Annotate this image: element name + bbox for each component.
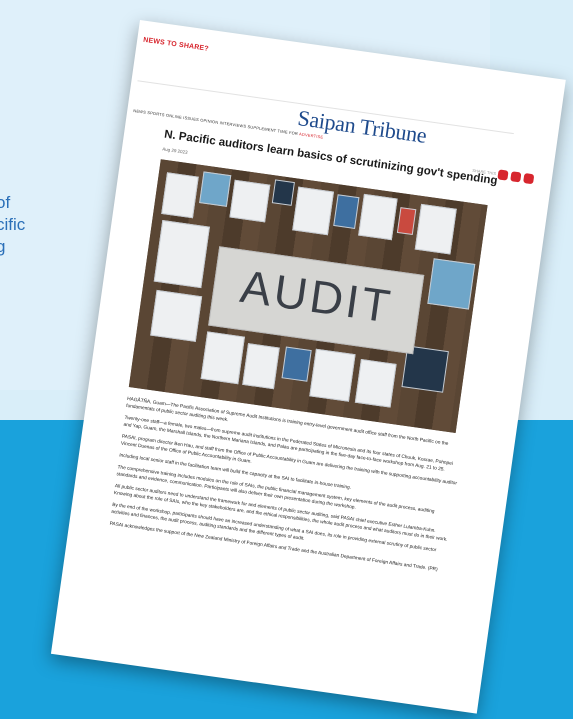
nav-items[interactable]: NEWS SPORTS ONLINE ISSUES OPINION INTERV… [133,108,298,136]
document-card [333,194,360,229]
document-card [414,203,457,255]
document-card [281,346,312,382]
document-card [354,359,397,408]
document-card [200,331,245,385]
document-card [199,171,232,207]
document-card [161,172,199,219]
side-caption-line: g [0,237,6,256]
side-caption-line: cific [0,215,26,234]
document-card [292,186,334,236]
document-card [242,343,280,390]
article-image: AUDIT [128,159,488,433]
youtube-icon[interactable] [510,171,522,183]
side-caption: of cific g [0,192,25,258]
document-card [153,220,210,289]
document-card [358,193,398,241]
newspaper-page: NEWS TO SHARE? Saipan Tribune NEWS SPORT… [50,20,566,714]
document-card [150,289,203,342]
document-card [229,179,271,223]
document-card [309,348,356,402]
article-date: Aug 29 2023 [161,146,188,155]
document-card [427,258,476,310]
facebook-icon[interactable] [497,169,509,181]
news-to-share-label[interactable]: NEWS TO SHARE? [143,37,209,53]
side-caption-line: of [0,193,11,212]
instagram-icon[interactable] [523,172,535,185]
social-icons [497,169,535,185]
document-card [271,179,295,206]
